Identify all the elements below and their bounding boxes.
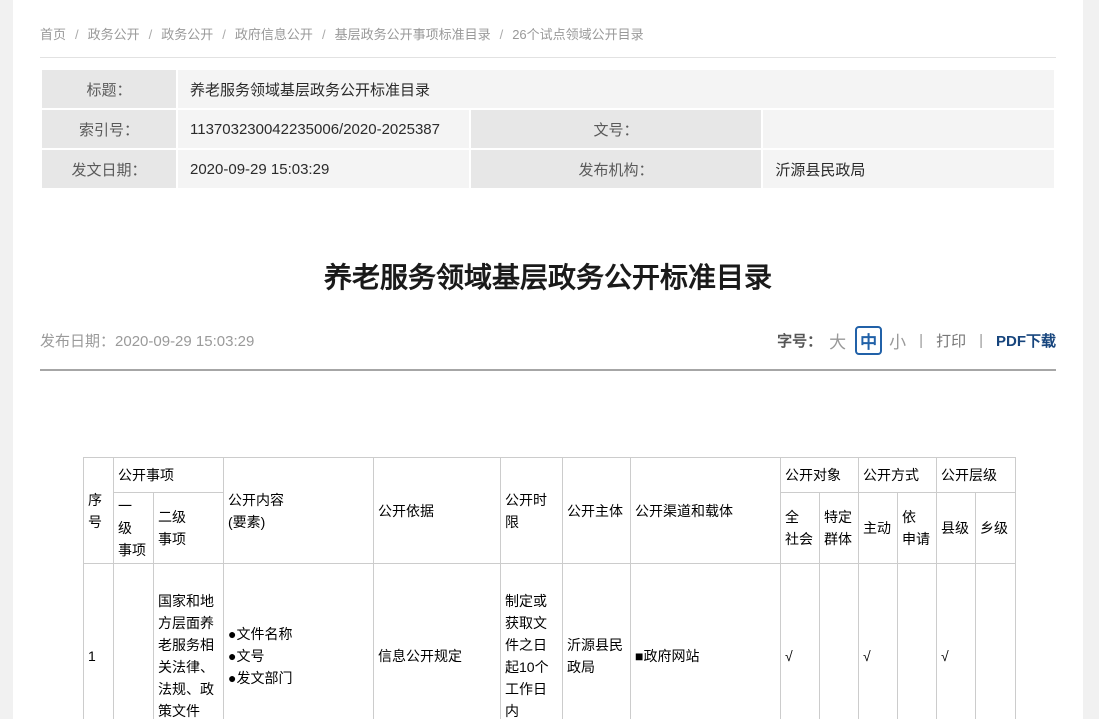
doc-number-value <box>763 110 1054 148</box>
col-header-level2-item: 二级 事项 <box>154 493 224 564</box>
col-header-time-limit: 公开时 限 <box>501 458 563 564</box>
col-header-basis: 公开依据 <box>374 458 501 564</box>
col-header-whole-society: 全 社会 <box>781 493 820 564</box>
col-header-level1-item: 一 级 事项 <box>114 493 154 564</box>
col-header-audience: 公开对象 <box>781 458 859 493</box>
col-header-level1-line: 级 <box>118 517 149 539</box>
info-row-index: 索引号： 113703230042235006/2020-2025387 文号： <box>42 110 1054 148</box>
col-header-subject: 公开主体 <box>563 458 631 564</box>
cell-level1-item <box>114 564 154 719</box>
fontsize-medium-button[interactable]: 中 <box>855 326 882 355</box>
col-header-content-line: 公开内容 <box>228 489 369 511</box>
cell-time-limit: 制定或获取文件之日起10个工作日内 <box>501 564 563 719</box>
breadcrumb: 首页 / 政务公开 / 政务公开 / 政府信息公开 / 基层政务公开事项标准目录 / 26个试点领域… <box>40 0 1056 58</box>
col-header-level2-line: 二级 <box>158 506 219 528</box>
col-header-on-request: 依 申请 <box>898 493 937 564</box>
issue-date-label: 发文日期： <box>42 150 176 188</box>
page-card: 首页 / 政务公开 / 政务公开 / 政府信息公开 / 基层政务公开事项标准目录 / 26个试点领域… <box>13 0 1083 719</box>
table-row: 1 国家和地方层面养老服务相关法律、法规、政策文件 ●文件名称 ●文号 ●发文部… <box>84 564 1016 719</box>
info-row-title: 标题： 养老服务领域基层政务公开标准目录 <box>42 70 1054 108</box>
cell-specific-group-check <box>820 564 859 719</box>
col-header-time-limit-line: 限 <box>505 511 558 533</box>
fontsize-small-button[interactable]: 小 <box>889 328 906 353</box>
cell-proactive-check: √ <box>859 564 898 719</box>
cell-subject: 沂源县民政局 <box>563 564 631 719</box>
col-header-county-level: 县级 <box>937 493 976 564</box>
cell-county-level-check: √ <box>937 564 976 719</box>
breadcrumb-zhengwu-2[interactable]: 政务公开 <box>161 27 213 42</box>
page-title: 养老服务领域基层政务公开标准目录 <box>40 256 1056 296</box>
title-label: 标题： <box>42 70 176 108</box>
col-header-level: 公开层级 <box>937 458 1016 493</box>
fontsize-large-button[interactable]: 大 <box>829 328 846 353</box>
breadcrumb-standard-catalog[interactable]: 基层政务公开事项标准目录 <box>335 27 491 42</box>
col-header-township-level: 乡级 <box>976 493 1016 564</box>
cell-content-line: ●发文部门 <box>228 667 369 689</box>
breadcrumb-separator: / <box>75 27 79 42</box>
cell-content: ●文件名称 ●文号 ●发文部门 <box>224 564 374 719</box>
catalog-header-row-1: 序号 公开事项 公开内容 (要素) 公开依据 公开时 限 公开主体 公开渠道和载… <box>84 458 1016 493</box>
cell-content-line: ●文号 <box>228 645 369 667</box>
col-header-whole-society-line: 全 <box>785 506 815 528</box>
col-header-content-line: (要素) <box>228 511 369 533</box>
breadcrumb-separator: / <box>222 27 226 42</box>
breadcrumb-separator: / <box>149 27 153 42</box>
col-header-specific-group: 特定 群体 <box>820 493 859 564</box>
col-header-content: 公开内容 (要素) <box>224 458 374 564</box>
breadcrumb-zhengwu-1[interactable]: 政务公开 <box>88 27 140 42</box>
col-header-on-request-line: 依 <box>902 506 932 528</box>
col-header-specific-group-line: 群体 <box>824 528 854 550</box>
col-header-disclosure-items: 公开事项 <box>114 458 224 493</box>
col-header-serial: 序号 <box>84 458 114 564</box>
index-number-value: 113703230042235006/2020-2025387 <box>178 110 469 148</box>
cell-level2-item: 国家和地方层面养老服务相关法律、法规、政策文件 <box>154 564 224 719</box>
info-row-date: 发文日期： 2020-09-29 15:03:29 发布机构： 沂源县民政局 <box>42 150 1054 188</box>
document-info-table: 标题： 养老服务领域基层政务公开标准目录 索引号： 11370323004223… <box>40 68 1056 190</box>
pdf-download-button[interactable]: PDF下载 <box>996 330 1056 351</box>
col-header-proactive: 主动 <box>859 493 898 564</box>
col-header-specific-group-line: 特定 <box>824 506 854 528</box>
cell-serial: 1 <box>84 564 114 719</box>
fontsize-label: 字号： <box>777 330 822 351</box>
tools-divider: | <box>979 332 983 349</box>
article-tools: 字号： 大 中 小 | 打印 | PDF下载 <box>777 326 1056 355</box>
col-header-level1-line: 事项 <box>118 539 149 561</box>
breadcrumb-separator: / <box>322 27 326 42</box>
publish-date-label: 发布日期： <box>40 333 115 350</box>
cell-content-line: ●文件名称 <box>228 623 369 645</box>
index-number-label: 索引号： <box>42 110 176 148</box>
publish-date-value: 2020-09-29 15:03:29 <box>115 333 254 350</box>
cell-on-request-check <box>898 564 937 719</box>
breadcrumb-separator: / <box>500 27 504 42</box>
agency-label: 发布机构： <box>471 150 762 188</box>
cell-whole-society-check: √ <box>781 564 820 719</box>
tools-divider: | <box>919 332 923 349</box>
publish-date: 发布日期：2020-09-29 15:03:29 <box>40 330 254 351</box>
breadcrumb-pilot-catalog[interactable]: 26个试点领域公开目录 <box>512 27 643 42</box>
cell-channel: ■政府网站 <box>631 564 781 719</box>
col-header-method: 公开方式 <box>859 458 937 493</box>
breadcrumb-gov-info[interactable]: 政府信息公开 <box>235 27 313 42</box>
agency-value: 沂源县民政局 <box>763 150 1054 188</box>
article-meta-row: 发布日期：2020-09-29 15:03:29 字号： 大 中 小 | 打印 … <box>40 326 1056 371</box>
col-header-level1-line: 一 <box>118 495 149 517</box>
breadcrumb-home[interactable]: 首页 <box>40 27 66 42</box>
disclosure-catalog-table: 序号 公开事项 公开内容 (要素) 公开依据 公开时 限 公开主体 公开渠道和载… <box>83 457 1016 719</box>
col-header-level2-line: 事项 <box>158 528 219 550</box>
title-value: 养老服务领域基层政务公开标准目录 <box>178 70 1054 108</box>
cell-basis: 信息公开规定 <box>374 564 501 719</box>
col-header-on-request-line: 申请 <box>902 528 932 550</box>
doc-number-label: 文号： <box>471 110 762 148</box>
col-header-whole-society-line: 社会 <box>785 528 815 550</box>
cell-township-level-check <box>976 564 1016 719</box>
col-header-time-limit-line: 公开时 <box>505 489 558 511</box>
col-header-channel: 公开渠道和载体 <box>631 458 781 564</box>
issue-date-value: 2020-09-29 15:03:29 <box>178 150 469 188</box>
print-button[interactable]: 打印 <box>936 330 966 351</box>
